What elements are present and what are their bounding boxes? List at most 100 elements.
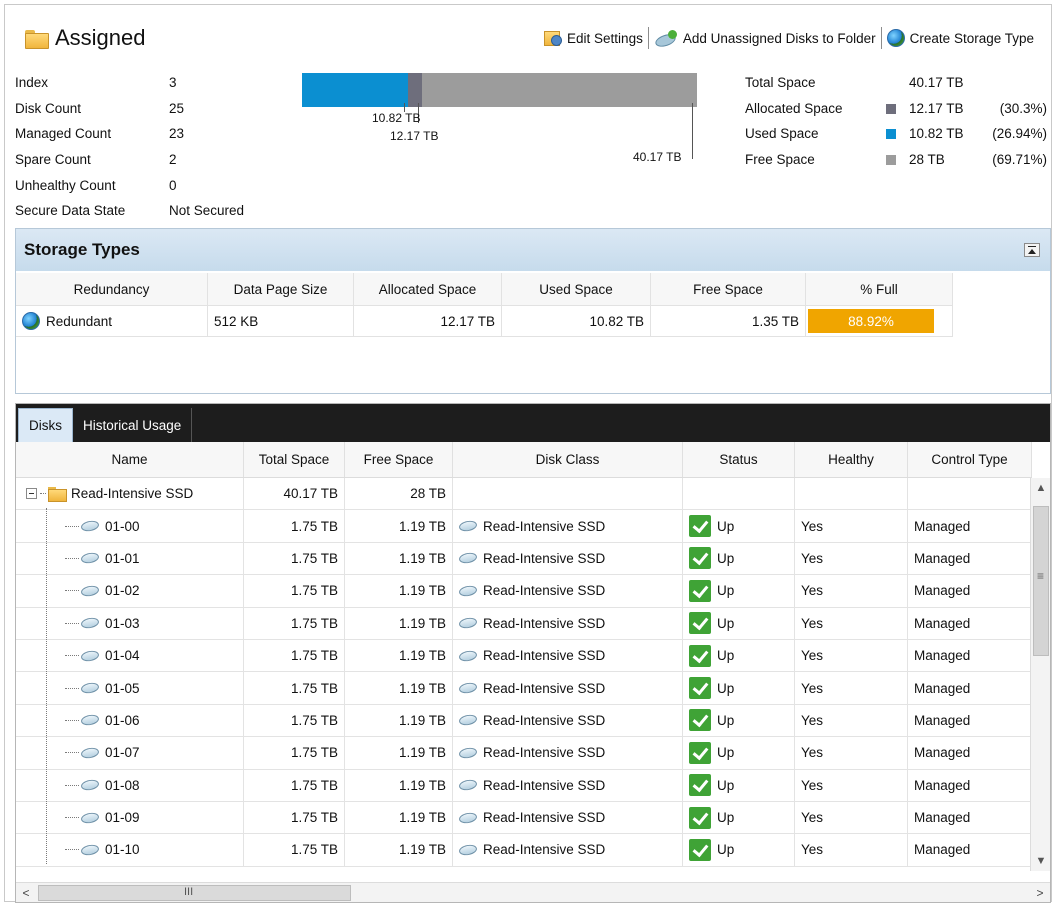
stat-label: Spare Count <box>15 152 91 168</box>
vertical-scrollbar[interactable]: ▲ ≡ ▼ <box>1030 478 1050 871</box>
status-check-icon <box>689 515 711 538</box>
col-total-space[interactable]: Total Space <box>244 442 345 477</box>
disk-total: 1.75 TB <box>244 737 345 769</box>
table-row[interactable]: 01-01 1.75 TB 1.19 TB Read-Intensive SSD Up Y… <box>16 542 1032 576</box>
legend-label: Total Space <box>745 75 816 90</box>
scroll-up-icon[interactable]: ▲ <box>1031 478 1051 498</box>
table-row[interactable]: 01-08 1.75 TB 1.19 TB Read-Intensive SSD Up Y… <box>16 769 1032 802</box>
disk-name-cell: 01-02 <box>16 575 244 607</box>
tree-connector <box>65 622 79 624</box>
disk-icon <box>458 649 478 663</box>
col-control-type[interactable]: Control Type <box>908 442 1032 477</box>
horizontal-scrollbar[interactable]: < III > <box>16 882 1050 902</box>
scroll-down-icon[interactable]: ▼ <box>1031 851 1051 871</box>
scroll-grip: III <box>184 886 194 898</box>
stat-label: Unhealthy Count <box>15 177 116 193</box>
disk-status: Up <box>717 842 735 858</box>
col-redundancy[interactable]: Redundancy <box>16 273 208 305</box>
disk-class: Read-Intensive SSD <box>483 842 606 858</box>
storage-type-row[interactable]: Redundant 512 KB 12.17 TB 10.82 TB 1.35 … <box>16 305 953 337</box>
disk-status: Up <box>717 615 735 631</box>
folder-free: 28 TB <box>345 478 453 510</box>
folder-control-cell <box>908 478 1032 510</box>
folder-row[interactable]: Read-Intensive SSD 40.17 TB 28 TB <box>16 478 1032 511</box>
col-pct-full[interactable]: % Full <box>806 273 953 305</box>
tree-connector <box>65 784 79 786</box>
disk-healthy: Yes <box>795 737 908 769</box>
disk-class: Read-Intensive SSD <box>483 680 606 696</box>
pct-full-bar: 88.92% <box>808 309 934 333</box>
collapse-icon[interactable] <box>1024 243 1040 257</box>
table-row[interactable]: 01-09 1.75 TB 1.19 TB Read-Intensive SSD Up Y… <box>16 801 1032 835</box>
disk-icon <box>458 616 478 630</box>
folder-title: Assigned <box>25 25 146 51</box>
disk-name-cell: 01-10 <box>16 834 244 866</box>
status-check-icon <box>689 838 711 861</box>
horizontal-scroll-thumb[interactable]: III <box>38 885 351 901</box>
tree-collapse-icon[interactable] <box>26 488 37 500</box>
stat-value: Not Secured <box>169 203 245 219</box>
col-data-page-size[interactable]: Data Page Size <box>208 273 354 305</box>
tab-disks[interactable]: Disks <box>18 408 73 442</box>
tree-connector <box>65 817 79 819</box>
tab-historical-usage[interactable]: Historical Usage <box>73 408 193 442</box>
table-row[interactable]: 01-04 1.75 TB 1.19 TB Read-Intensive SSD Up Y… <box>16 639 1032 673</box>
add-unassigned-disks-button[interactable]: Add Unassigned Disks to Folder <box>651 27 879 49</box>
table-row[interactable]: 01-10 1.75 TB 1.19 TB Read-Intensive SSD Up Y… <box>16 834 1032 867</box>
col-allocated-space[interactable]: Allocated Space <box>354 273 502 305</box>
disk-free: 1.19 TB <box>345 542 453 575</box>
disk-control-type: Managed <box>908 575 1032 607</box>
col-status[interactable]: Status <box>683 442 795 477</box>
table-row[interactable]: 01-00 1.75 TB 1.19 TB Read-Intensive SSD Up Y… <box>16 510 1032 543</box>
disk-healthy: Yes <box>795 704 908 737</box>
col-healthy[interactable]: Healthy <box>795 442 908 477</box>
create-storage-type-button[interactable]: Create Storage Type <box>884 27 1037 49</box>
col-name[interactable]: Name <box>16 442 244 477</box>
col-free-space[interactable]: Free Space <box>345 442 453 477</box>
disk-healthy: Yes <box>795 639 908 672</box>
table-row[interactable]: 01-07 1.75 TB 1.19 TB Read-Intensive SSD Up Y… <box>16 737 1032 770</box>
scroll-left-icon[interactable]: < <box>16 883 36 903</box>
disk-class-cell: Read-Intensive SSD <box>453 607 683 639</box>
scroll-right-icon[interactable]: > <box>1030 883 1050 903</box>
disk-icon <box>80 584 100 598</box>
disk-free: 1.19 TB <box>345 607 453 639</box>
status-check-icon <box>689 677 711 700</box>
disk-icon <box>458 584 478 598</box>
disk-icon <box>80 713 100 727</box>
stat-secure-data-state: Secure Data State Not Secured <box>15 198 244 224</box>
table-row[interactable]: 01-06 1.75 TB 1.19 TB Read-Intensive SSD Up Y… <box>16 704 1032 738</box>
status-check-icon <box>689 709 711 732</box>
disk-status-cell: Up <box>683 801 795 834</box>
stat-value: 0 <box>169 177 177 193</box>
vertical-scroll-thumb[interactable]: ≡ <box>1033 506 1049 656</box>
cell-used: 10.82 TB <box>502 306 651 336</box>
legend-label: Allocated Space <box>745 100 843 116</box>
disk-icon <box>80 778 100 792</box>
disk-status: Up <box>717 745 735 761</box>
table-row[interactable]: 01-02 1.75 TB 1.19 TB Read-Intensive SSD Up Y… <box>16 575 1032 608</box>
status-check-icon <box>689 741 711 764</box>
stat-unhealthy-count: Unhealthy Count 0 <box>15 173 244 199</box>
disk-icon <box>80 551 100 565</box>
table-row[interactable]: 01-03 1.75 TB 1.19 TB Read-Intensive SSD Up Y… <box>16 607 1032 640</box>
disk-total: 1.75 TB <box>244 704 345 737</box>
col-disk-class[interactable]: Disk Class <box>453 442 683 477</box>
table-row[interactable]: 01-05 1.75 TB 1.19 TB Read-Intensive SSD Up Y… <box>16 672 1032 705</box>
disk-free: 1.19 TB <box>345 704 453 737</box>
allocated-bar-label: 12.17 TB <box>390 129 439 143</box>
disk-status-cell: Up <box>683 834 795 866</box>
folder-class-cell <box>453 478 683 510</box>
folder-name: Read-Intensive SSD <box>71 486 194 502</box>
disk-status-cell: Up <box>683 542 795 575</box>
allocated-segment <box>408 73 422 107</box>
col-used-space[interactable]: Used Space <box>502 273 651 305</box>
disk-name-cell: 01-08 <box>16 769 244 801</box>
edit-settings-button[interactable]: Edit Settings <box>541 28 646 48</box>
disk-status-cell: Up <box>683 704 795 737</box>
col-free-space[interactable]: Free Space <box>651 273 806 305</box>
disk-name-cell: 01-01 <box>16 542 244 575</box>
free-swatch <box>886 155 896 166</box>
stat-disk-count: Disk Count 25 <box>15 96 244 122</box>
stat-spare-count: Spare Count 2 <box>15 147 244 173</box>
